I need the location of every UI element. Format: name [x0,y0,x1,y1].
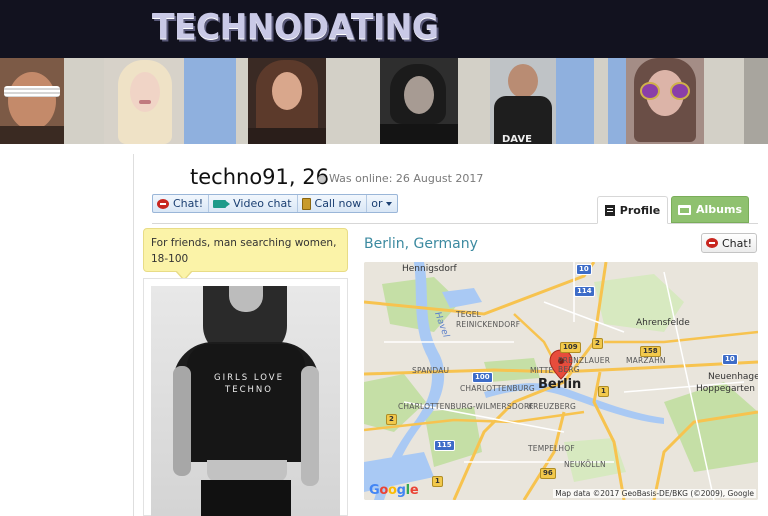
road-shield: 1 [432,476,443,487]
video-chat-button[interactable]: Video chat [209,195,298,212]
google-logo[interactable]: Google [369,483,419,498]
pictures-icon [678,204,691,215]
location-chat-button[interactable]: Chat! [701,233,757,253]
chat-label: Chat! [173,197,204,210]
strip-filler [64,58,104,144]
map-label: KREUZBERG [528,402,577,411]
profile-photo[interactable]: GIRLS LOVE TECHNO [151,286,340,516]
site-logo[interactable]: TECHNODATING [152,6,439,47]
call-now-button[interactable]: Call now [298,195,368,212]
map-label: Hennigsdorf [402,264,457,274]
online-status: Was online: 26 August 2017 [318,172,483,185]
road-shield: 158 [640,346,661,357]
map-label: REINICKENDORF [456,320,521,329]
strip-photo-woman-purple-glasses[interactable] [626,58,704,144]
content-divider [133,154,134,516]
online-status-text: Was online: 26 August 2017 [329,172,484,185]
chat-bubble-icon [157,198,169,209]
strip-filler [458,58,490,144]
chat-bubble-icon [705,238,718,248]
tab-albums[interactable]: Albums [671,196,749,223]
action-buttons: Chat! Video chat Call now or [152,194,398,213]
map-label: CHARLOTTENBURG [460,384,535,393]
road-shield: 2 [592,338,603,349]
map-city-label: Berlin [538,377,582,392]
location-map[interactable]: Hennigsdorf TEGEL REINICKENDORF Havel Ah… [364,262,758,500]
road-shield: 96 [540,468,556,479]
status-dot-icon [318,175,326,183]
map-label: Neuenhage [708,372,758,382]
map-label: SPANDAU [412,366,450,375]
road-shield: 114 [574,286,595,297]
road-shield: 115 [434,440,455,451]
phone-icon [301,197,311,210]
document-icon [604,204,615,216]
road-shield: 100 [472,372,493,383]
shirt-print-text: GIRLS LOVE TECHNO [214,373,284,395]
map-label: CHARLOTTENBURG-WILMERSDORF [398,402,534,411]
video-chat-label: Video chat [233,197,292,210]
map-attribution: Map data ©2017 GeoBasis-DE/BKG (©2009), … [553,489,756,498]
chat-button[interactable]: Chat! [153,195,210,212]
road-shield: 1 [598,386,609,397]
strip-filler [236,58,248,144]
strip-photo-man-back[interactable]: DAVE [490,58,556,144]
strip-filler [744,58,768,144]
chevron-down-icon [385,201,392,206]
strip-photo-blonde-woman[interactable] [104,58,184,144]
map-label: PRENZLAUER BERG [558,356,611,374]
road-shield: 10 [722,354,738,365]
video-camera-icon [213,199,231,208]
map-label: NEUKÖLLN [564,460,606,469]
road-shield: 10 [576,264,592,275]
member-photo-strip: DAVE [0,58,768,144]
location-chat-label: Chat! [721,236,753,250]
strip-photo-woman-short-hair[interactable] [380,58,458,144]
strip-photo-man-shutter-shades[interactable] [0,58,64,144]
map-label: TEMPELHOF [528,444,575,453]
tab-albums-label: Albums [696,203,742,216]
strip-filler [184,58,236,144]
map-label: MITTE [530,366,554,375]
call-now-label: Call now [314,197,362,210]
strip-filler [594,58,608,144]
shirt-text: DAVE [502,134,532,144]
road-shield: 109 [560,342,581,353]
strip-filler [704,58,744,144]
site-header: TECHNODATING [0,0,768,58]
tab-profile-label: Profile [619,203,661,217]
strip-photo-brunette-woman[interactable] [248,58,326,144]
looking-for-bubble: For friends, man searching women, 18-100 [143,228,348,272]
profile-username: techno91, 26 [190,165,329,189]
more-dropdown-button[interactable]: or [367,195,396,212]
location-title: Berlin, Germany [364,236,478,252]
strip-filler [608,58,626,144]
map-label: Hoppegarten [696,384,755,394]
map-label: MARZAHN [626,356,666,365]
road-shield: 2 [386,414,397,425]
map-label: Ahrensfelde [636,318,690,328]
tab-profile[interactable]: Profile [597,196,668,224]
map-label: TEGEL [456,310,482,319]
more-label: or [371,197,383,210]
strip-filler [326,58,380,144]
strip-filler [556,58,594,144]
